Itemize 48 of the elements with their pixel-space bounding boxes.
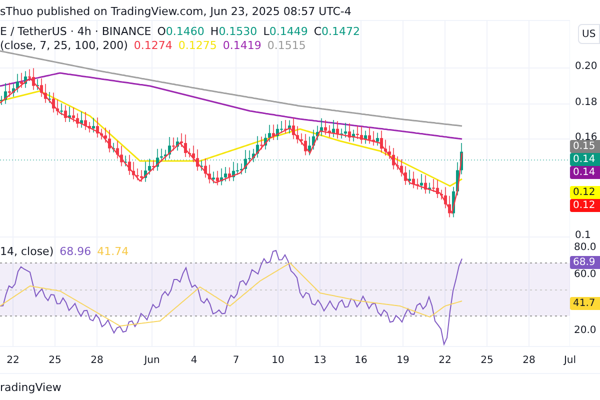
indicator-value: 0.1419	[222, 39, 262, 52]
axis-tick-label: 19	[396, 355, 410, 367]
ohlc-label: L	[263, 25, 270, 38]
price-label: 0.12	[570, 199, 600, 212]
axis-tick-label: 0.20	[575, 61, 598, 73]
price-label: 0.14	[570, 166, 600, 179]
axis-tick-label: 25	[48, 355, 62, 367]
axis-tick-label: 28	[90, 355, 104, 367]
price-label: 0.15	[570, 140, 600, 153]
axis-tick-label: 4	[190, 355, 198, 367]
price-label: 0.12	[570, 186, 600, 199]
symbol-name: E / TetherUS · 4h · BINANCE	[0, 25, 152, 38]
indicator-value: 41.74	[97, 245, 129, 258]
ohlc-label: H	[210, 25, 219, 38]
axis-tick-label: 0.1	[575, 230, 591, 242]
price-label: 68.9	[570, 256, 600, 269]
footer-brand: radingView	[0, 380, 62, 396]
ohlc-label: C	[314, 25, 322, 38]
currency-button[interactable]: US	[578, 24, 600, 44]
axis-tick-label: 22	[438, 355, 452, 367]
axis-tick-label: 13	[314, 355, 326, 367]
ohlc-label: O	[157, 25, 166, 38]
axis-tick-label: Jul	[564, 355, 576, 367]
price-label: 0.14	[570, 153, 600, 166]
ohlc-value: 0.1449	[269, 25, 308, 38]
axis-tick-label: 22	[6, 355, 20, 367]
ohlc-value: 0.1472	[322, 25, 360, 38]
axis-tick-label: 0.18	[575, 97, 598, 109]
price-label: 41.7	[570, 297, 600, 310]
axis-tick-label: 20.0	[574, 325, 596, 337]
axis-tick-label: Jun	[144, 355, 160, 367]
indicator-params: (close, 7, 25, 100, 200)	[0, 39, 128, 52]
axis-tick-label: 80.0	[574, 242, 596, 254]
axis-tick-label: 0.16	[575, 132, 598, 143]
indicator-value: 68.96	[60, 245, 92, 258]
axis-tick-label: 16	[354, 355, 368, 367]
indicator-params: 14, close)	[0, 245, 54, 258]
ohlc-value: 0.1460	[166, 25, 204, 38]
indicator-value: 0.1274	[134, 39, 172, 52]
axis-tick-label: 10	[272, 355, 284, 367]
ohlc-value: 0.1530	[218, 25, 258, 38]
indicator-value: 0.1275	[178, 39, 217, 52]
axis-tick-label: 28	[522, 355, 536, 367]
axis-tick-label: 7	[232, 355, 240, 367]
axis-tick-label: 25	[480, 355, 494, 367]
publish-info: sThuo published on TradingView.com, Jun 23, 2025 08:57 UTC-4	[0, 4, 352, 20]
indicator-value: 0.1515	[267, 39, 306, 52]
axis-tick-label: 60.0	[574, 269, 596, 281]
